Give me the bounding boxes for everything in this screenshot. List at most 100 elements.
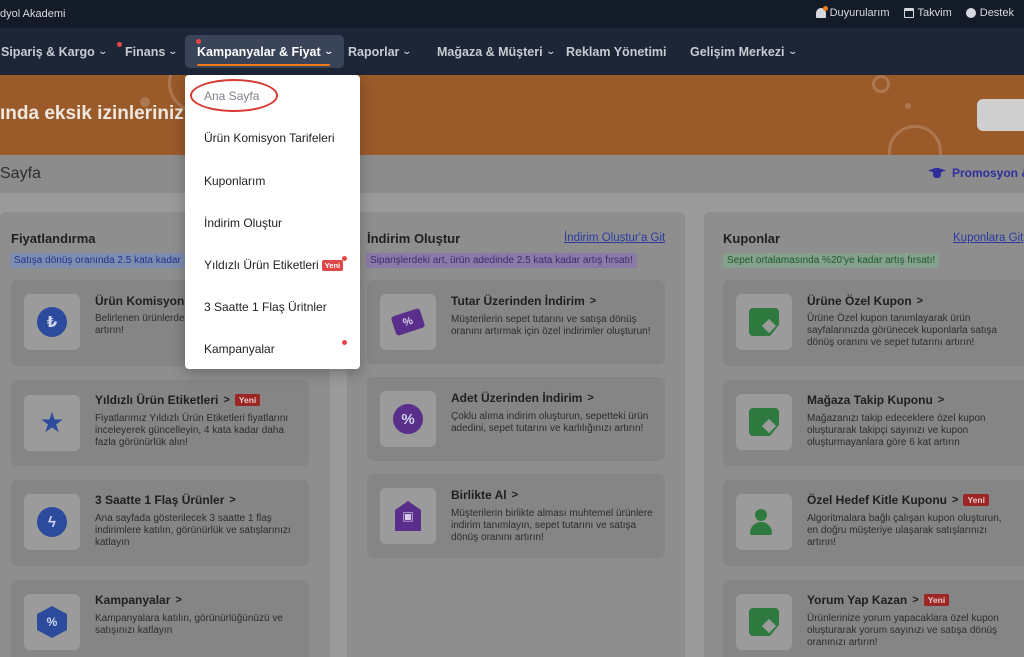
card-store-follow-coupon[interactable]: Mağaza Takip Kuponu > Mağazanızı takip ed…	[723, 380, 1024, 466]
card-title: Birlikte Al >	[451, 488, 518, 502]
card-desc: Müşterilerin sepet tutarını ve satışa dö…	[451, 314, 651, 337]
card-amount-discount[interactable]: % Tutar Üzerinden İndirim > Müşterilerin …	[367, 280, 665, 364]
menu-item-coupons[interactable]: Kuponlarım	[204, 174, 265, 188]
card-icon-box	[736, 394, 792, 450]
card-flash-products[interactable]: ϟ 3 Saatte 1 Flaş Ürünler > Ana sayfada g…	[11, 480, 309, 566]
banner-decoration	[140, 97, 150, 107]
card-desc: Mağazanızı takip edeceklere özel kupon o…	[807, 413, 986, 448]
chevron-down-icon: ⌄	[97, 46, 108, 56]
nav-item-label: Gelişim Merkezi	[690, 44, 785, 59]
chevron-down-icon: ⌄	[167, 46, 179, 56]
banner-decoration	[905, 103, 911, 109]
star-icon: ★	[39, 407, 65, 438]
card-title: Kampanyalar >	[95, 593, 182, 607]
chevron-down-icon: ⌄	[786, 46, 798, 56]
card-campaigns[interactable]: % Kampanyalar > Kampanyalara katılın, gör…	[11, 580, 309, 657]
card-title-text: Birlikte Al	[451, 488, 507, 502]
academy-link[interactable]: dyol Akademi	[0, 8, 65, 20]
menu-item-commission-tariffs[interactable]: Ürün Komisyon Tarifeleri	[204, 131, 335, 145]
top-bar: dyol Akademi Duyurularım Takvim Destek	[0, 0, 1024, 28]
chevron-right-icon: >	[912, 594, 919, 606]
gift-tag-icon: ▣	[395, 501, 421, 531]
support-link[interactable]: Destek	[965, 7, 1014, 19]
menu-item-home[interactable]: Ana Sayfa	[204, 89, 259, 103]
banner-decoration	[872, 75, 890, 93]
nav-item-campaigns-pricing[interactable]: Kampanyalar & Fiyat ⌄	[185, 35, 345, 68]
nav-item-orders-shipping[interactable]: Sipariş & Kargo ⌄	[1, 28, 108, 75]
card-icon-box	[736, 294, 792, 350]
announcements-link[interactable]: Duyurularım	[815, 6, 890, 19]
notification-dot	[117, 42, 122, 47]
card-target-audience-coupon[interactable]: Özel Hedef Kitle Kuponu > Yeni Algoritmala…	[723, 480, 1024, 566]
card-desc: Algoritmalara bağlı çalışan kupon oluştu…	[807, 513, 1002, 548]
card-desc: Fiyatlarımız Yıldızlı Ürün Etiketleri fi…	[95, 413, 289, 448]
calendar-icon	[903, 8, 914, 18]
chevron-right-icon: >	[511, 489, 519, 501]
card-title: Adet Üzerinden İndirim >	[451, 391, 594, 405]
coupons-link[interactable]: Kuponlara Git	[953, 232, 1023, 244]
main-nav: Sipariş & Kargo ⌄ Finans ⌄ Kampanyalar & F…	[0, 28, 1024, 75]
lira-icon: ₺	[37, 307, 67, 337]
review-coupon-icon	[749, 608, 779, 636]
card-title-text: Yorum Yap Kazan	[807, 593, 908, 607]
bell-icon	[815, 6, 828, 18]
menu-item-campaigns[interactable]: Kampanyalar	[204, 342, 275, 356]
card-title-text: 3 Saatte 1 Flaş Ürünler	[95, 493, 225, 507]
card-icon-box: ϟ	[24, 494, 80, 550]
card-product-coupon[interactable]: Ürüne Özel Kupon > Ürüne Özel kupon tanım…	[723, 280, 1024, 366]
nav-item-label: Reklam Yönetimi	[566, 44, 667, 59]
promo-academy-link[interactable]: Promosyon &	[928, 166, 1024, 180]
nav-item-reports[interactable]: Raporlar ⌄	[348, 28, 412, 75]
card-icon-box: ★	[24, 395, 80, 451]
promo-link-label: Promosyon &	[952, 166, 1024, 180]
store-coupon-icon	[749, 408, 779, 436]
menu-item-flash-products[interactable]: 3 Saatte 1 Flaş Üritnler	[204, 300, 327, 314]
card-icon-box	[736, 594, 792, 650]
campaigns-dropdown-menu: Ana Sayfa Ürün Komisyon Tarifeleri Kupon…	[185, 75, 360, 369]
card-desc: Çoklu alıma indirim oluşturun, sepetteki…	[451, 411, 649, 434]
nav-item-ad-management[interactable]: Reklam Yönetimi	[566, 28, 667, 75]
chevron-down-icon: ⌄	[545, 46, 556, 56]
section-badge: Sepet ortalamasında %20'ye kadar artış f…	[723, 253, 940, 268]
chevron-right-icon: >	[587, 392, 594, 404]
new-badge: Yeni	[963, 494, 989, 506]
banner-action-button[interactable]	[977, 99, 1024, 131]
card-title-text: Kampanyalar	[95, 593, 171, 607]
nav-item-label: Finans	[125, 44, 166, 59]
permissions-banner: ında eksik izinleriniz	[0, 75, 1024, 155]
notification-dot	[342, 256, 347, 261]
page-header: Sayfa Promosyon &	[0, 155, 1024, 193]
chevron-right-icon: >	[937, 394, 945, 406]
calendar-link[interactable]: Takvim	[903, 7, 952, 19]
nav-item-finance[interactable]: Finans ⌄	[117, 28, 179, 75]
card-title-text: Özel Hedef Kitle Kuponu	[807, 493, 948, 507]
percent-badge-icon: %	[37, 606, 67, 638]
card-desc: Ürünlerinize yorum yapacaklara özel kupo…	[807, 613, 999, 648]
nav-item-label: Mağaza & Müşteri	[437, 44, 543, 59]
section-badge: Satışa dönüş oranında 2.5 kata kadar	[10, 253, 185, 268]
section-badge: Siparişlerdeki art, ürün adedinde 2.5 ka…	[366, 253, 637, 268]
card-quantity-discount[interactable]: % Adet Üzerinden İndirim > Çoklu alıma in…	[367, 377, 665, 461]
chevron-right-icon: >	[589, 295, 597, 307]
create-discount-link[interactable]: İndirim Oluştur'a Git	[564, 232, 665, 244]
card-buy-together[interactable]: ▣ Birlikte Al > Müşterilerin birlikte alm…	[367, 474, 665, 558]
menu-item-starred-labels[interactable]: Yıldızlı Ürün Etiketleri Yeni	[204, 258, 344, 272]
nav-item-store-customer[interactable]: Mağaza & Müşteri ⌄	[437, 28, 556, 75]
banner-decoration	[888, 125, 942, 155]
percent-ticket-icon: %	[390, 307, 426, 337]
card-starred-product-labels[interactable]: ★ Yıldızlı Ürün Etiketleri > Yeni Fiyatlar…	[11, 380, 309, 466]
nav-item-label: Kampanyalar & Fiyat	[197, 44, 321, 59]
support-label: Destek	[979, 7, 1014, 19]
card-icon-box: %	[24, 594, 80, 650]
card-icon-box: ▣	[380, 488, 436, 544]
card-review-coupon[interactable]: Yorum Yap Kazan > Yeni Ürünlerinize yorum …	[723, 580, 1024, 657]
lightning-icon: ϟ	[37, 507, 67, 537]
card-desc: Ürüne Özel kupon tanımlayarak ürün sayfa…	[807, 313, 998, 348]
nav-item-label: Raporlar	[348, 44, 400, 59]
banner-text: ında eksik izinleriniz	[0, 103, 184, 124]
card-desc: Ana sayfada gösterilecek 3 saatte 1 flaş…	[95, 513, 291, 548]
card-title-text: Tutar Üzerinden İndirim	[451, 294, 585, 308]
card-title: 3 Saatte 1 Flaş Ürünler >	[95, 493, 236, 507]
nav-item-development-center[interactable]: Gelişim Merkezi ⌄	[690, 28, 798, 75]
menu-item-create-discount[interactable]: İndirim Oluştur	[204, 216, 282, 230]
